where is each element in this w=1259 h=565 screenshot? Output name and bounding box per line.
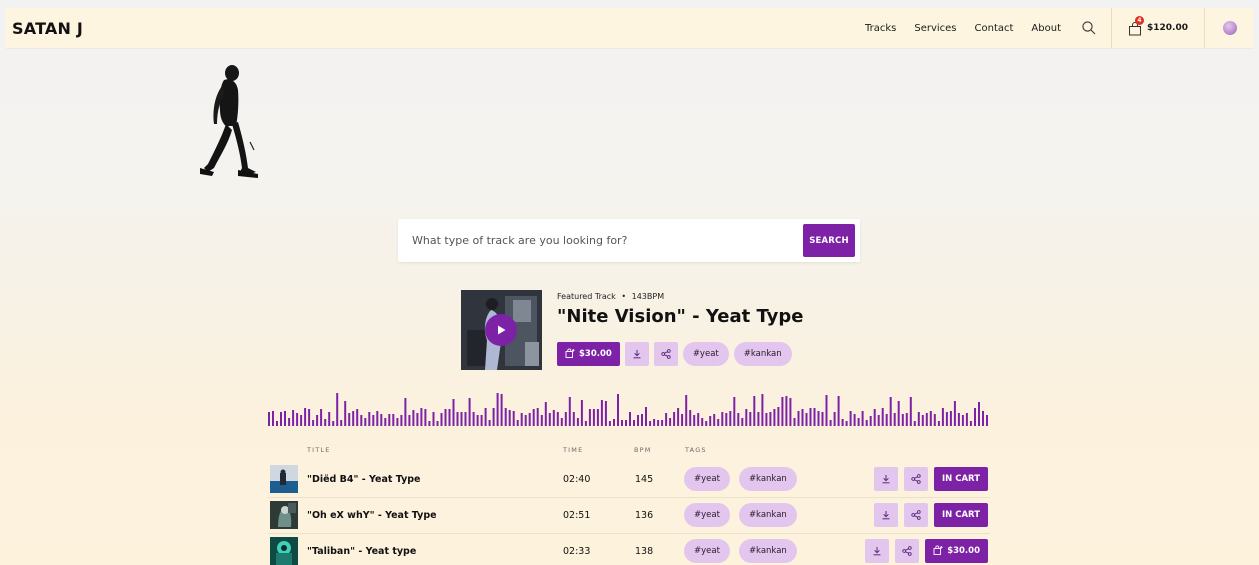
featured-tag-yeat[interactable]: #yeat [682,342,729,366]
top-nav-bar: SATAN J Tracks Services Contact About 4 … [6,8,1253,48]
table-row[interactable]: "Taliban" - Yeat type 02:33 138 #yeat #k… [268,534,990,565]
track-title[interactable]: "Taliban" - Yeat type [307,546,416,557]
shopping-bag-icon: 4 [1128,16,1144,36]
track-bpm: 138 [635,546,654,557]
nav-divider [1111,8,1112,48]
tag-kankan[interactable]: #kankan [738,503,797,527]
track-artwork[interactable] [270,537,298,565]
track-time: 02:33 [563,546,591,557]
featured-tag-kankan[interactable]: #kankan [733,342,792,366]
track-time: 02:51 [563,510,591,521]
search-icon[interactable] [1081,20,1097,36]
tag-kankan[interactable]: #kankan [738,467,797,491]
track-tags: #yeat #kankan [684,539,806,563]
track-artwork[interactable] [270,501,298,529]
cart-button[interactable]: 4 $120.00 [1128,16,1188,36]
download-icon [882,511,890,520]
track-search-input[interactable] [398,219,803,262]
download-button[interactable] [873,467,898,491]
download-button[interactable] [873,503,898,527]
download-icon [633,350,641,359]
track-actions: IN CART [868,467,988,491]
tag-yeat[interactable]: #yeat [684,503,730,527]
column-header-bpm: BPM [634,446,652,454]
featured-add-to-cart-button[interactable]: $30.00 [557,342,620,366]
tag-kankan[interactable]: #kankan [738,539,797,563]
track-tags: #yeat #kankan [684,503,806,527]
track-price: $30.00 [947,546,980,556]
featured-track-actions: $30.00 #yeat #kankan [557,342,792,366]
track-bpm: 136 [635,510,654,521]
add-to-cart-button[interactable]: $30.00 [925,539,988,563]
cart-add-icon [565,348,575,361]
in-cart-button[interactable]: IN CART [933,467,988,491]
play-button[interactable] [485,314,517,346]
hero-walking-person-image [200,65,258,178]
featured-download-button[interactable] [624,342,649,366]
download-button[interactable] [865,539,890,563]
track-actions: $30.00 [859,539,988,563]
download-icon [882,475,890,484]
search-button[interactable]: SEARCH [803,224,855,257]
track-bpm: 145 [635,474,654,485]
cart-count-badge: 4 [1135,16,1144,25]
play-icon [498,325,506,335]
share-button[interactable] [895,539,920,563]
nav-link-services[interactable]: Services [914,23,956,34]
download-icon [873,547,881,556]
in-cart-button[interactable]: IN CART [933,503,988,527]
share-icon [911,474,921,484]
nav-link-tracks[interactable]: Tracks [865,23,896,34]
column-header-title: TITLE [307,446,331,454]
share-button[interactable] [903,467,928,491]
featured-price: $30.00 [579,349,612,359]
share-icon [902,546,912,556]
featured-bpm: 143BPM [631,292,665,301]
share-button[interactable] [903,503,928,527]
track-search-bar: SEARCH [398,219,860,262]
cart-total: $120.00 [1147,23,1188,33]
track-tags: #yeat #kankan [684,467,806,491]
table-row[interactable]: "Diëd B4" - Yeat Type 02:40 145 #yeat #k… [268,462,990,498]
main-nav: Tracks Services Contact About 4 $120.00 [865,8,1247,48]
meta-separator: • [621,292,627,301]
site-logo[interactable]: SATAN J [12,19,83,38]
avatar[interactable] [1223,21,1237,35]
column-header-tags: TAGS [685,446,707,454]
nav-divider [1204,8,1205,48]
share-icon [911,510,921,520]
audio-waveform[interactable] [268,392,990,426]
column-header-time: TIME [563,446,584,454]
featured-track-meta: Featured Track • 143BPM [557,292,664,301]
share-icon [661,349,671,359]
featured-share-button[interactable] [653,342,678,366]
tag-yeat[interactable]: #yeat [684,467,730,491]
tag-yeat[interactable]: #yeat [684,539,730,563]
track-title[interactable]: "Diëd B4" - Yeat Type [307,474,421,485]
featured-track-title[interactable]: "Nite Vision" - Yeat Type [557,306,804,327]
nav-link-about[interactable]: About [1031,23,1061,34]
track-title[interactable]: "Oh eX whY" - Yeat Type [307,510,437,521]
track-artwork[interactable] [270,465,298,493]
table-row[interactable]: "Oh eX whY" - Yeat Type 02:51 136 #yeat … [268,498,990,534]
track-actions: IN CART [868,503,988,527]
track-time: 02:40 [563,474,591,485]
nav-link-contact[interactable]: Contact [975,23,1014,34]
featured-track-artwork[interactable] [461,290,542,370]
cart-add-icon [933,545,943,558]
featured-label: Featured Track [557,292,616,301]
